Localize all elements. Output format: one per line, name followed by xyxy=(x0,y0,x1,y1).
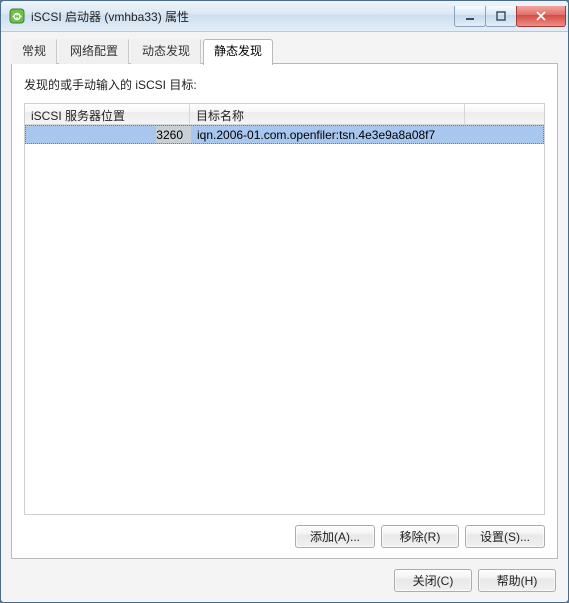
cell-port: 3260 xyxy=(156,128,183,142)
remove-button[interactable]: 移除(R) xyxy=(381,525,459,548)
col-target-name[interactable]: 目标名称 xyxy=(190,104,465,124)
titlebar[interactable]: iSCSI 启动器 (vmhba33) 属性 xyxy=(1,1,568,32)
tab-static[interactable]: 静态发现 xyxy=(203,39,273,65)
settings-button[interactable]: 设置(S)... xyxy=(465,525,545,548)
help-button[interactable]: 帮助(H) xyxy=(478,569,556,592)
close-button[interactable] xyxy=(516,6,566,27)
client-area: 常规 网络配置 动态发现 静态发现 发现的或手动输入的 iSCSI 目标: iS… xyxy=(1,32,568,602)
listview-header[interactable]: iSCSI 服务器位置 目标名称 xyxy=(25,104,544,125)
window-title: iSCSI 启动器 (vmhba33) 属性 xyxy=(31,8,455,25)
tab-network[interactable]: 网络配置 xyxy=(59,39,129,64)
col-spacer[interactable] xyxy=(465,104,544,124)
cell-target-name: iqn.2006-01.com.openfiler:tsn.4e3e9a8a08… xyxy=(191,126,466,143)
tab-strip: 常规 网络配置 动态发现 静态发现 xyxy=(11,40,558,64)
targets-listview[interactable]: iSCSI 服务器位置 目标名称 3260 iqn.2006-01.com.op… xyxy=(24,103,545,515)
listview-body[interactable]: 3260 iqn.2006-01.com.openfiler:tsn.4e3e9… xyxy=(25,125,544,514)
minimize-button[interactable] xyxy=(454,6,486,27)
tab-dynamic[interactable]: 动态发现 xyxy=(131,39,201,64)
col-server-location[interactable]: iSCSI 服务器位置 xyxy=(25,104,190,124)
targets-label: 发现的或手动输入的 iSCSI 目标: xyxy=(24,76,545,93)
table-row[interactable]: 3260 iqn.2006-01.com.openfiler:tsn.4e3e9… xyxy=(25,125,544,144)
tab-page-static: 发现的或手动输入的 iSCSI 目标: iSCSI 服务器位置 目标名称 326… xyxy=(11,64,558,559)
dialog-window: iSCSI 启动器 (vmhba33) 属性 常规 网络配置 动态发现 静态发现… xyxy=(0,0,569,603)
cell-server-location: 3260 xyxy=(26,126,191,143)
tab-general[interactable]: 常规 xyxy=(11,39,57,64)
dialog-buttons: 关闭(C) 帮助(H) xyxy=(11,559,558,592)
listview-buttons: 添加(A)... 移除(R) 设置(S)... xyxy=(24,525,545,548)
add-button[interactable]: 添加(A)... xyxy=(295,525,375,548)
cell-empty xyxy=(466,126,543,143)
close-dialog-button[interactable]: 关闭(C) xyxy=(394,569,472,592)
maximize-button[interactable] xyxy=(485,6,517,27)
caption-buttons xyxy=(455,6,566,26)
app-icon xyxy=(9,8,25,24)
